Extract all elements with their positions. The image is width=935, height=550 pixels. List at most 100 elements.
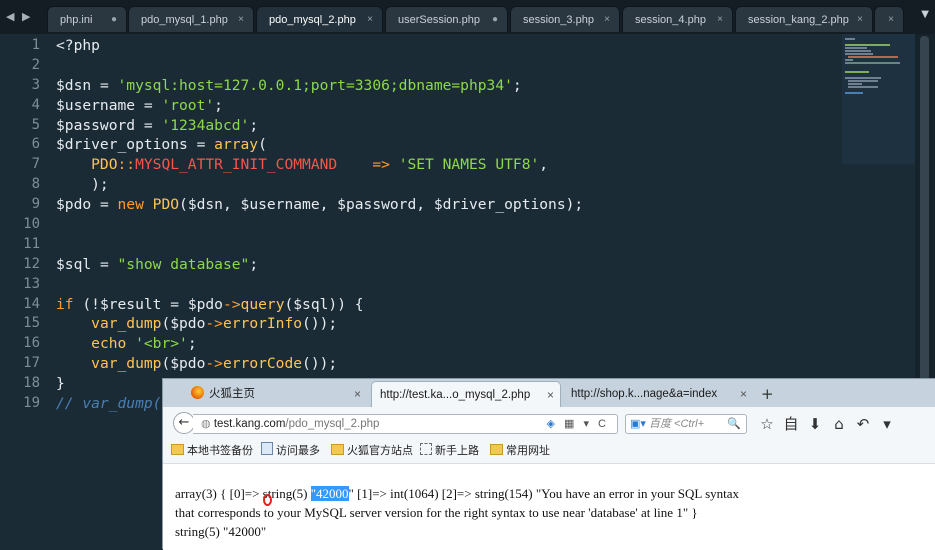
line-number: 3 [31, 76, 40, 93]
unsaved-dot-icon[interactable]: ● [111, 7, 117, 33]
code-token: ($pdo [161, 315, 206, 333]
close-icon[interactable]: × [740, 381, 747, 407]
code-comment: // var_dump( [56, 395, 162, 413]
php-open-tag: <?php [56, 37, 100, 54]
code-line-1: <?php [56, 36, 583, 56]
browser-tab-pdo-mysql-2[interactable]: http://test.ka...o_mysql_2.php × [371, 381, 561, 407]
close-icon[interactable]: × [547, 382, 554, 408]
code-token: $username [56, 96, 136, 114]
code-token: = [91, 255, 118, 273]
search-icon[interactable]: 🔍 [727, 415, 741, 433]
bookmark-item[interactable]: 本地书签备份 [171, 439, 253, 463]
close-icon[interactable]: × [367, 7, 373, 33]
close-icon[interactable]: × [717, 7, 723, 33]
back-icon[interactable]: ← [173, 412, 195, 434]
code-token: $password [56, 116, 136, 134]
undo-icon[interactable]: ↶ [851, 415, 875, 433]
shield-icon[interactable]: ◈ [546, 418, 557, 430]
unsaved-dot-icon[interactable]: ● [492, 7, 498, 33]
code-token: 'root' [161, 96, 215, 114]
code-token: var_dump [91, 315, 162, 333]
qr-icon[interactable]: ▦ [564, 418, 577, 430]
url-path: /pdo_mysql_2.php [285, 418, 380, 430]
code-token: $sql [56, 255, 92, 273]
line-number: 16 [23, 335, 40, 352]
tab-label: session_3.php [523, 14, 594, 26]
bookmark-label: 本地书签备份 [187, 445, 253, 457]
code-token: ; [214, 96, 223, 114]
scrollbar-thumb[interactable] [920, 36, 929, 406]
folder-icon [171, 444, 184, 455]
close-icon[interactable]: × [354, 381, 361, 407]
dashed-page-icon [420, 443, 432, 455]
close-icon[interactable]: × [888, 7, 894, 33]
minimap[interactable] [842, 34, 915, 164]
code-token: -> [205, 315, 223, 333]
search-box[interactable]: ▣▾ 百度 <Ctrl+ 🔍 [625, 414, 747, 434]
download-icon[interactable]: ⬇ [803, 415, 827, 433]
code-token: var_dump [91, 355, 162, 373]
tab-pdo-mysql-1[interactable]: pdo_mysql_1.php × [128, 6, 254, 32]
browser-tab-home[interactable]: 火狐主页 × [183, 381, 367, 407]
bookmark-item[interactable]: 访问最多 [261, 439, 320, 463]
code-line-9: $pdo = new PDO($dsn, $username, $passwor… [56, 195, 583, 215]
php-output: array(3) { [0]=> string(5) "42000" [1]=>… [175, 484, 739, 541]
code-line-14: if (!$result = $pdo->query($sql)) { [56, 295, 583, 315]
minimap-line [845, 47, 867, 49]
tab-session-3[interactable]: session_3.php × [510, 6, 620, 32]
code-token: = [91, 76, 118, 94]
code-area[interactable]: <?php $dsn = 'mysql:host=127.0.0.1;port=… [56, 36, 583, 414]
minimap-line [845, 62, 900, 64]
bookmark-item[interactable]: 常用网址 [490, 439, 550, 463]
bookmark-star-icon[interactable]: ☆ [755, 415, 779, 433]
browser-tab-label: http://shop.k...nage&a=index [571, 388, 718, 400]
bookmark-item[interactable]: 新手上路 [420, 439, 479, 463]
code-token: PDO [152, 196, 180, 214]
tab-session-4[interactable]: session_4.php × [622, 6, 733, 32]
code-line-8: ); [56, 175, 583, 195]
code-token: = [135, 116, 162, 134]
line-number: 14 [23, 295, 40, 312]
close-icon[interactable]: × [857, 7, 863, 33]
code-token: PDO [56, 156, 118, 174]
code-line-7: PDO::MYSQL_ATTR_INIT_COMMAND => 'SET NAM… [56, 155, 583, 175]
close-icon[interactable]: × [238, 7, 244, 33]
code-line-17: var_dump($pdo->errorCode()); [56, 354, 583, 374]
code-line-12: $sql = "show database"; [56, 255, 583, 275]
new-tab-button[interactable]: + [761, 381, 774, 407]
bookmark-label: 常用网址 [506, 445, 550, 457]
close-icon[interactable]: × [604, 7, 610, 33]
code-token: ( [258, 136, 267, 154]
reload-icon[interactable]: ▾ C [583, 418, 609, 430]
tab-user-session[interactable]: userSession.php ● [385, 6, 508, 32]
code-token: , [539, 156, 549, 174]
tab-nav-arrows-icon[interactable]: ◀ ▶ [6, 10, 32, 23]
folder-icon [490, 444, 503, 455]
browser-tab-strip: 火狐主页 × http://test.ka...o_mysql_2.php × … [163, 379, 935, 407]
tab-session-kang-2[interactable]: session_kang_2.php × [735, 6, 873, 32]
code-token: array [214, 136, 259, 154]
reader-icon[interactable]: 自 [779, 413, 803, 434]
line-number: 10 [23, 216, 40, 233]
tab-overflow[interactable]: × [874, 6, 904, 32]
tab-php-ini[interactable]: php.ini ● [47, 6, 127, 32]
bookmark-item[interactable]: 火狐官方站点 [331, 439, 413, 463]
line-number: 8 [31, 176, 40, 193]
output-text: array(3) { [ [175, 486, 234, 501]
home-icon[interactable]: ⌂ [827, 415, 851, 433]
code-token: } [56, 375, 65, 393]
url-bar[interactable]: ◍ test.kang.com/pdo_mysql_2.php ◈ ▦ ▾ C [193, 414, 618, 434]
menu-dropdown-icon[interactable]: ▾ [875, 415, 899, 433]
search-engine-icon[interactable]: ▣▾ [630, 418, 646, 430]
browser-tab-shop[interactable]: http://shop.k...nage&a=index × [563, 381, 753, 407]
tab-pdo-mysql-2[interactable]: pdo_mysql_2.php × [256, 6, 383, 32]
bookmark-label: 火狐官方站点 [347, 445, 413, 457]
code-token: 'mysql:host=127.0.0.1;port=3306;dbname=p… [117, 76, 513, 94]
code-token: if [56, 295, 74, 313]
tab-dropdown-icon[interactable]: ▼ [921, 9, 929, 20]
